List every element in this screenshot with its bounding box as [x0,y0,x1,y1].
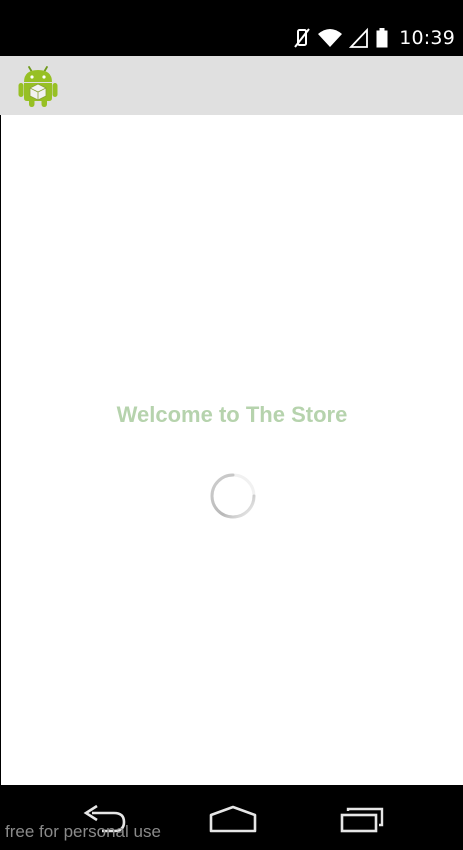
watermark-text: free for personal use [5,822,161,841]
status-icons: 10:39 [293,24,455,52]
wifi-icon [318,29,343,47]
loading-spinner [210,473,256,519]
android-robot-icon[interactable] [18,64,58,108]
recents-icon[interactable] [338,803,386,835]
vibrate-mute-icon [294,28,311,48]
main-content: Welcome to The Store [1,115,463,785]
welcome-text: Welcome to The Store [116,402,348,427]
battery-icon [376,28,388,48]
home-icon[interactable] [207,803,259,835]
status-time: 10:39 [399,27,455,49]
status-bar: 10:39 [0,0,463,56]
cell-signal-icon [349,27,369,48]
action-bar [0,56,463,115]
